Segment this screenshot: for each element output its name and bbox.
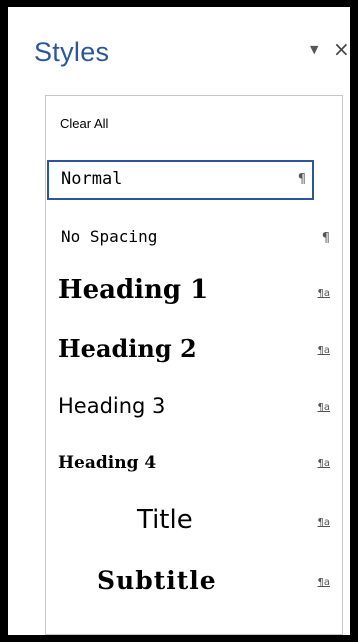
linked-style-icon: ¶a (317, 517, 331, 528)
linked-style-icon: ¶a (317, 577, 331, 588)
styles-list: Clear All Normal ¶ No Spacing ¶ Heading … (45, 95, 343, 635)
styles-pane: Styles ▼ × Clear All Normal ¶ No Spacing… (8, 7, 350, 635)
style-item-heading-3[interactable]: Heading 3 ¶a (46, 388, 342, 432)
style-label-heading-1: Heading 1 (58, 275, 209, 305)
style-item-heading-2[interactable]: Heading 2 ¶a (46, 329, 342, 375)
style-label-no-spacing: No Spacing (61, 227, 158, 246)
linked-style-icon: ¶a (317, 458, 331, 469)
clear-all-item[interactable]: Clear All (46, 112, 342, 138)
style-label-heading-3: Heading 3 (58, 394, 166, 418)
style-label-title: Title (137, 505, 193, 535)
clear-all-label: Clear All (60, 116, 109, 131)
pane-options-dropdown-icon[interactable]: ▼ (310, 43, 318, 56)
paragraph-mark-icon: ¶ (297, 172, 306, 187)
style-item-title[interactable]: Title ¶a (46, 501, 342, 547)
close-icon[interactable]: × (333, 37, 350, 61)
pane-title: Styles (34, 37, 110, 67)
style-item-heading-1[interactable]: Heading 1 ¶a (46, 270, 342, 320)
style-label-heading-2: Heading 2 (58, 334, 197, 363)
style-item-normal[interactable]: Normal ¶ (47, 160, 314, 200)
window-edge (350, 0, 358, 642)
style-label-heading-4: Heading 4 (58, 453, 157, 473)
linked-style-icon: ¶a (317, 288, 331, 299)
linked-style-icon: ¶a (317, 345, 331, 356)
style-item-heading-4[interactable]: Heading 4 ¶a (46, 446, 342, 486)
style-item-no-spacing[interactable]: No Spacing ¶ (46, 221, 342, 257)
style-label-subtitle: Subtitle (97, 566, 217, 595)
style-label-normal: Normal (61, 169, 123, 189)
paragraph-mark-icon: ¶ (321, 231, 330, 246)
linked-style-icon: ¶a (317, 402, 331, 413)
style-item-subtitle[interactable]: Subtitle ¶a (46, 560, 342, 608)
